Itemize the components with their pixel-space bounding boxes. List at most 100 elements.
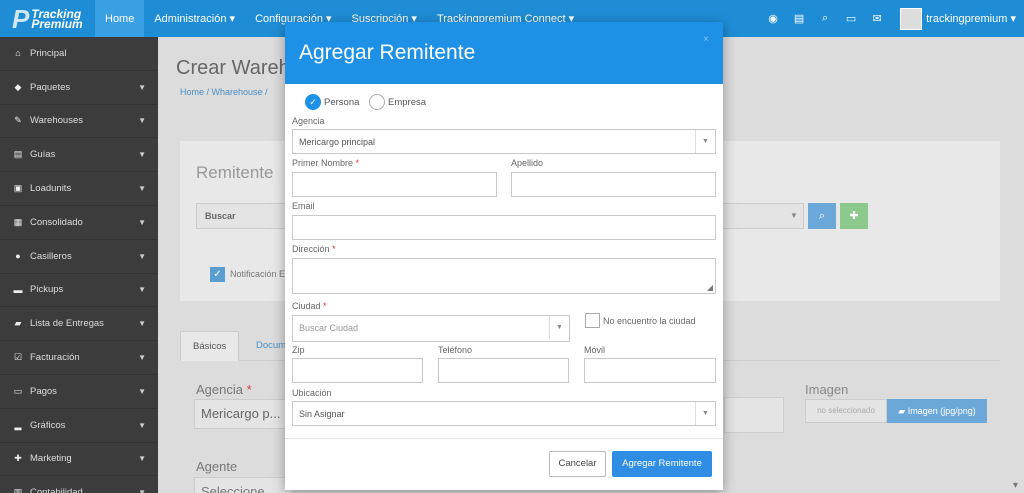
sidebar-item-label: Consolidado <box>30 216 83 228</box>
search-icon[interactable]: ⌕ <box>814 8 836 30</box>
modal-body: ✓ Persona Empresa Agencia Mericargo prin… <box>285 84 723 438</box>
cancel-button[interactable]: Cancelar <box>549 451 606 477</box>
sidebar-item-loadunits[interactable]: ▣ Loadunits ▼ <box>0 172 158 206</box>
check-icon: ✓ <box>305 94 321 110</box>
no-ciudad-checkbox[interactable] <box>585 313 600 328</box>
agencia-field[interactable]: Mericargo p... <box>194 399 294 429</box>
ciudad-select[interactable]: Buscar Ciudad ▼ <box>292 315 570 342</box>
sidebar-item-facturaci-n[interactable]: ☑ Facturación ▼ <box>0 341 158 375</box>
sidebar-item-label: Warehouses <box>30 115 83 127</box>
sidebar-item-label: Facturación <box>30 352 80 364</box>
sidebar-item-label: Pagos <box>30 385 57 397</box>
car-icon: ▬ <box>13 284 23 295</box>
chevron-down-icon: ▼ <box>549 316 569 339</box>
radio-empresa[interactable]: Empresa <box>369 94 426 110</box>
observaciones-textarea[interactable] <box>724 397 784 433</box>
folder-icon: ▰ <box>898 406 906 416</box>
direccion-textarea[interactable]: ◢ <box>292 258 716 294</box>
email-input[interactable] <box>292 215 716 240</box>
add-remitente-button[interactable]: ✚ <box>840 203 868 229</box>
user-menu[interactable]: trackingpremium ▾ <box>900 7 1016 30</box>
tab-basicos[interactable]: Básicos <box>180 331 240 361</box>
modal-header: Agregar Remitente × <box>285 22 723 84</box>
imagen-filename: no seleccionado <box>805 399 887 423</box>
tag-icon: ◆ <box>14 81 22 92</box>
sidebar-item-label: Guías <box>30 149 56 161</box>
user-name: trackingpremium ▾ <box>926 13 1016 25</box>
sidebar-item-marketing[interactable]: ✚ Marketing ▼ <box>0 443 158 477</box>
logo-mark: P <box>12 3 30 34</box>
sidebar-item-gu-as[interactable]: ▤ Guías ▼ <box>0 138 158 173</box>
movil-label: Móvil <box>584 345 606 355</box>
mail-icon[interactable]: ✉ <box>866 8 888 30</box>
nav-home[interactable]: Home <box>95 0 145 37</box>
breadcrumb[interactable]: Home / Wharehouse / <box>180 87 268 97</box>
sidebar-item-lista-de-entregas[interactable]: ▰ Lista de Entregas ▼ <box>0 307 158 342</box>
agente-field[interactable]: Seleccione ... <box>194 477 294 493</box>
home-icon: ⌂ <box>15 48 21 59</box>
chevron-down-icon: ▼ <box>138 251 146 261</box>
zip-label: Zip <box>292 345 305 355</box>
box-icon: ▣ <box>13 183 23 194</box>
sidebar-item-label: Loadunits <box>30 183 72 195</box>
search-icon: ⌕ <box>818 210 826 222</box>
no-ciudad-label: No encuentro la ciudad <box>603 316 696 326</box>
agencia-label: Agencia <box>292 116 325 126</box>
ubicacion-select[interactable]: Sin Asignar ▼ <box>292 401 716 426</box>
page-title: Crear Wareh <box>176 57 290 79</box>
agente-label: Agente <box>196 459 238 474</box>
panel-title: Remitente <box>196 163 274 182</box>
modal-footer: Cancelar Agregar Remitente <box>285 438 723 490</box>
sidebar-item-consolidado[interactable]: ▦ Consolidado ▼ <box>0 206 158 240</box>
sidebar-item-casilleros[interactable]: ● Casilleros ▼ <box>0 240 158 274</box>
sidebar-item-contabilidad[interactable]: ▥ Contabilidad ▼ <box>0 476 158 493</box>
ubicacion-label: Ubicación <box>292 388 332 398</box>
chevron-down-icon: ▼ <box>138 184 146 194</box>
imagen-upload-button[interactable]: ▰ Imagen (jpg/png) <box>887 399 987 423</box>
radio-empty-icon <box>369 94 385 110</box>
globe-icon[interactable]: ◉ <box>762 8 784 30</box>
list-icon[interactable]: ▤ <box>788 8 810 30</box>
chevron-down-icon: ▼ <box>138 150 146 160</box>
movil-input[interactable] <box>584 358 716 383</box>
notificacion-label: Notificación E <box>230 269 286 279</box>
telefono-input[interactable] <box>438 358 569 383</box>
chart-icon: ▂ <box>14 419 22 430</box>
sidebar-item-principal[interactable]: ⌂ Principal <box>0 37 158 71</box>
nav-administracion[interactable]: Administración ▾ <box>144 0 245 37</box>
close-icon[interactable]: × <box>703 34 709 45</box>
sidebar-item-pagos[interactable]: ▭ Pagos ▼ <box>0 375 158 409</box>
sidebar-item-label: Principal <box>30 47 67 59</box>
agregar-remitente-button[interactable]: Agregar Remitente <box>612 451 712 477</box>
avatar <box>900 7 923 30</box>
radio-persona[interactable]: ✓ Persona <box>305 94 359 110</box>
resize-handle-icon[interactable]: ◢ <box>707 283 713 292</box>
sidebar-item-warehouses[interactable]: ✎ Warehouses ▼ <box>0 105 158 139</box>
sidebar-item-label: Contabilidad <box>30 487 83 493</box>
zip-input[interactable] <box>292 358 423 383</box>
sidebar-item-paquetes[interactable]: ◆ Paquetes ▼ <box>0 71 158 105</box>
sidebar-item-pickups[interactable]: ▬ Pickups ▼ <box>0 274 158 308</box>
notificacion-checkbox[interactable]: ✓ <box>210 267 225 282</box>
sidebar-item-label: Marketing <box>30 453 72 465</box>
sidebar-item-label: Pickups <box>30 284 64 296</box>
search-remitente-button[interactable]: ⌕ <box>808 203 836 229</box>
logo[interactable]: P Tracking Premium <box>0 0 95 37</box>
agencia-select[interactable]: Mericargo principal ▼ <box>292 129 716 154</box>
money-icon[interactable]: ▭ <box>840 8 862 30</box>
money-icon: ▭ <box>13 385 23 396</box>
chevron-down-icon: ▼ <box>138 217 146 227</box>
imagen-label: Imagen <box>805 382 849 397</box>
ciudad-label: Ciudad * <box>292 301 327 311</box>
scroll-down-icon[interactable]: ▾ <box>1013 480 1018 491</box>
chevron-down-icon: ▼ <box>695 130 715 153</box>
chevron-down-icon: ▼ <box>138 116 146 126</box>
primer-nombre-input[interactable] <box>292 172 497 197</box>
sidebar-item-gr-ficos[interactable]: ▂ Gráficos ▼ <box>0 409 158 443</box>
apellido-input[interactable] <box>511 172 716 197</box>
chevron-down-icon: ▼ <box>138 82 146 92</box>
chevron-down-icon: ▼ <box>138 488 146 493</box>
book-icon: ▥ <box>13 487 23 493</box>
table-icon: ▤ <box>13 149 23 160</box>
apellido-label: Apellido <box>511 158 544 168</box>
